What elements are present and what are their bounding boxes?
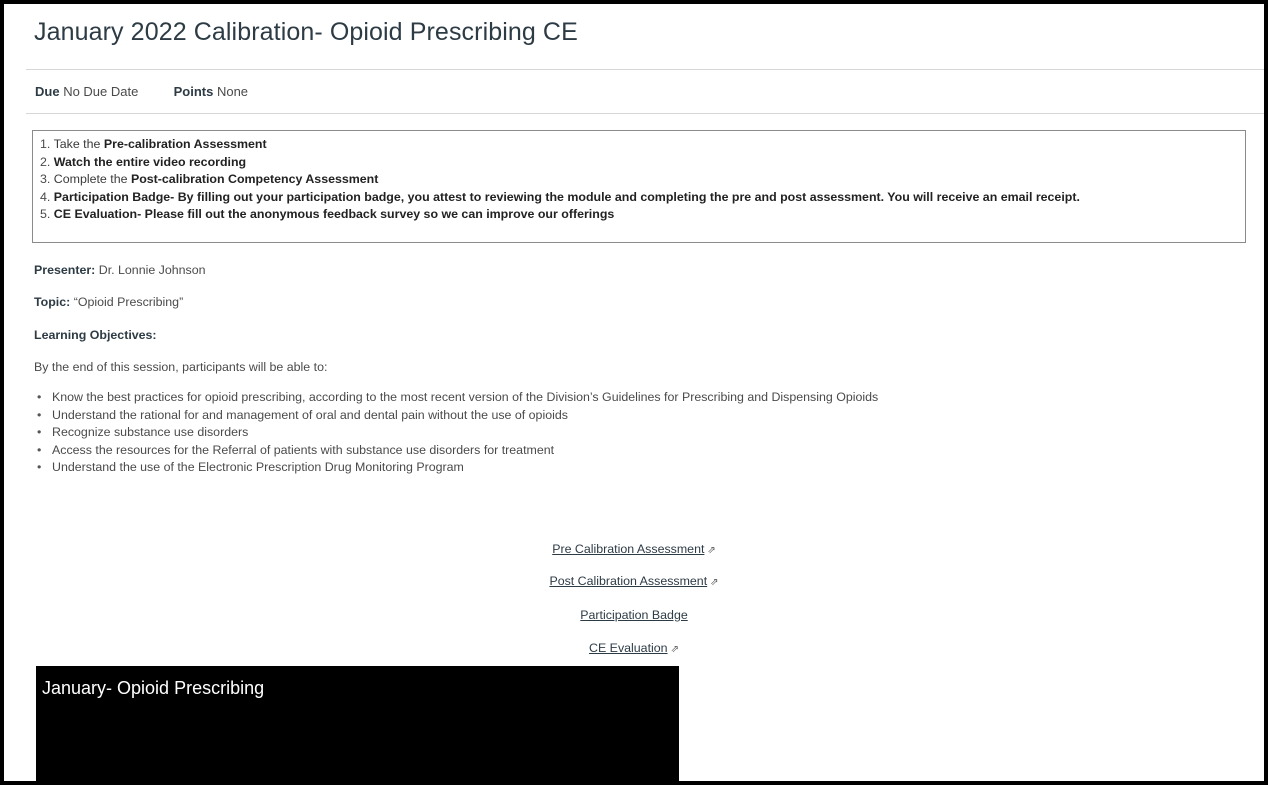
video-title: January- Opioid Prescribing (42, 678, 265, 698)
participation-badge-link-row: Participation Badge (4, 608, 1264, 622)
external-link-icon: ⇗ (710, 577, 719, 588)
divider (26, 69, 1264, 70)
topic-line: Topic: “Opioid Prescribing” (34, 295, 184, 309)
post-calibration-link-row: Post Calibration Assessment ⇗ (4, 574, 1264, 588)
pre-calibration-link-row: Pre Calibration Assessment ⇗ (4, 542, 1264, 556)
objectives-list: Know the best practices for opioid presc… (34, 389, 878, 477)
due-value: No Due Date (63, 84, 139, 99)
external-link-icon: ⇗ (707, 545, 716, 556)
instruction-step: 1. Take the Pre-calibration Assessment (40, 137, 267, 151)
list-item: Know the best practices for opioid presc… (34, 389, 878, 407)
list-item: Recognize substance use disorders (34, 424, 878, 442)
post-calibration-assessment-link[interactable]: Post Calibration Assessment (549, 574, 707, 588)
points-value: None (216, 84, 249, 99)
due-label: Due (35, 84, 60, 99)
page-title: January 2022 Calibration- Opioid Prescri… (34, 18, 578, 46)
objectives-intro: By the end of this session, participants… (34, 360, 328, 374)
assignment-meta: Due No Due Date Points None (35, 84, 248, 99)
instructions-box: 1. Take the Pre-calibration Assessment 2… (32, 130, 1246, 243)
instruction-step: 5. CE Evaluation- Please fill out the an… (40, 207, 615, 221)
objectives-heading: Learning Objectives: (34, 328, 157, 342)
instruction-step: 3. Complete the Post-calibration Compete… (40, 172, 379, 186)
instruction-step: 2. Watch the entire video recording (40, 154, 247, 169)
list-item: Access the resources for the Referral of… (34, 442, 878, 460)
presenter-line: Presenter: Dr. Lonnie Johnson (34, 263, 206, 277)
points-label: Points (173, 84, 214, 99)
divider (26, 113, 1264, 114)
list-item: Understand the use of the Electronic Pre… (34, 459, 878, 477)
list-item: Understand the rational for and manageme… (34, 407, 878, 425)
ce-evaluation-link-row: CE Evaluation ⇗ (4, 641, 1264, 655)
participation-badge-link[interactable]: Participation Badge (580, 608, 687, 622)
ce-evaluation-link[interactable]: CE Evaluation (589, 641, 668, 655)
assignment-page: January 2022 Calibration- Opioid Prescri… (4, 4, 1264, 781)
pre-calibration-assessment-link[interactable]: Pre Calibration Assessment (552, 542, 704, 556)
external-link-icon: ⇗ (670, 644, 679, 655)
instruction-step: 4. Participation Badge- By filling out y… (40, 189, 1080, 204)
video-player[interactable]: January- Opioid Prescribing (36, 666, 679, 781)
